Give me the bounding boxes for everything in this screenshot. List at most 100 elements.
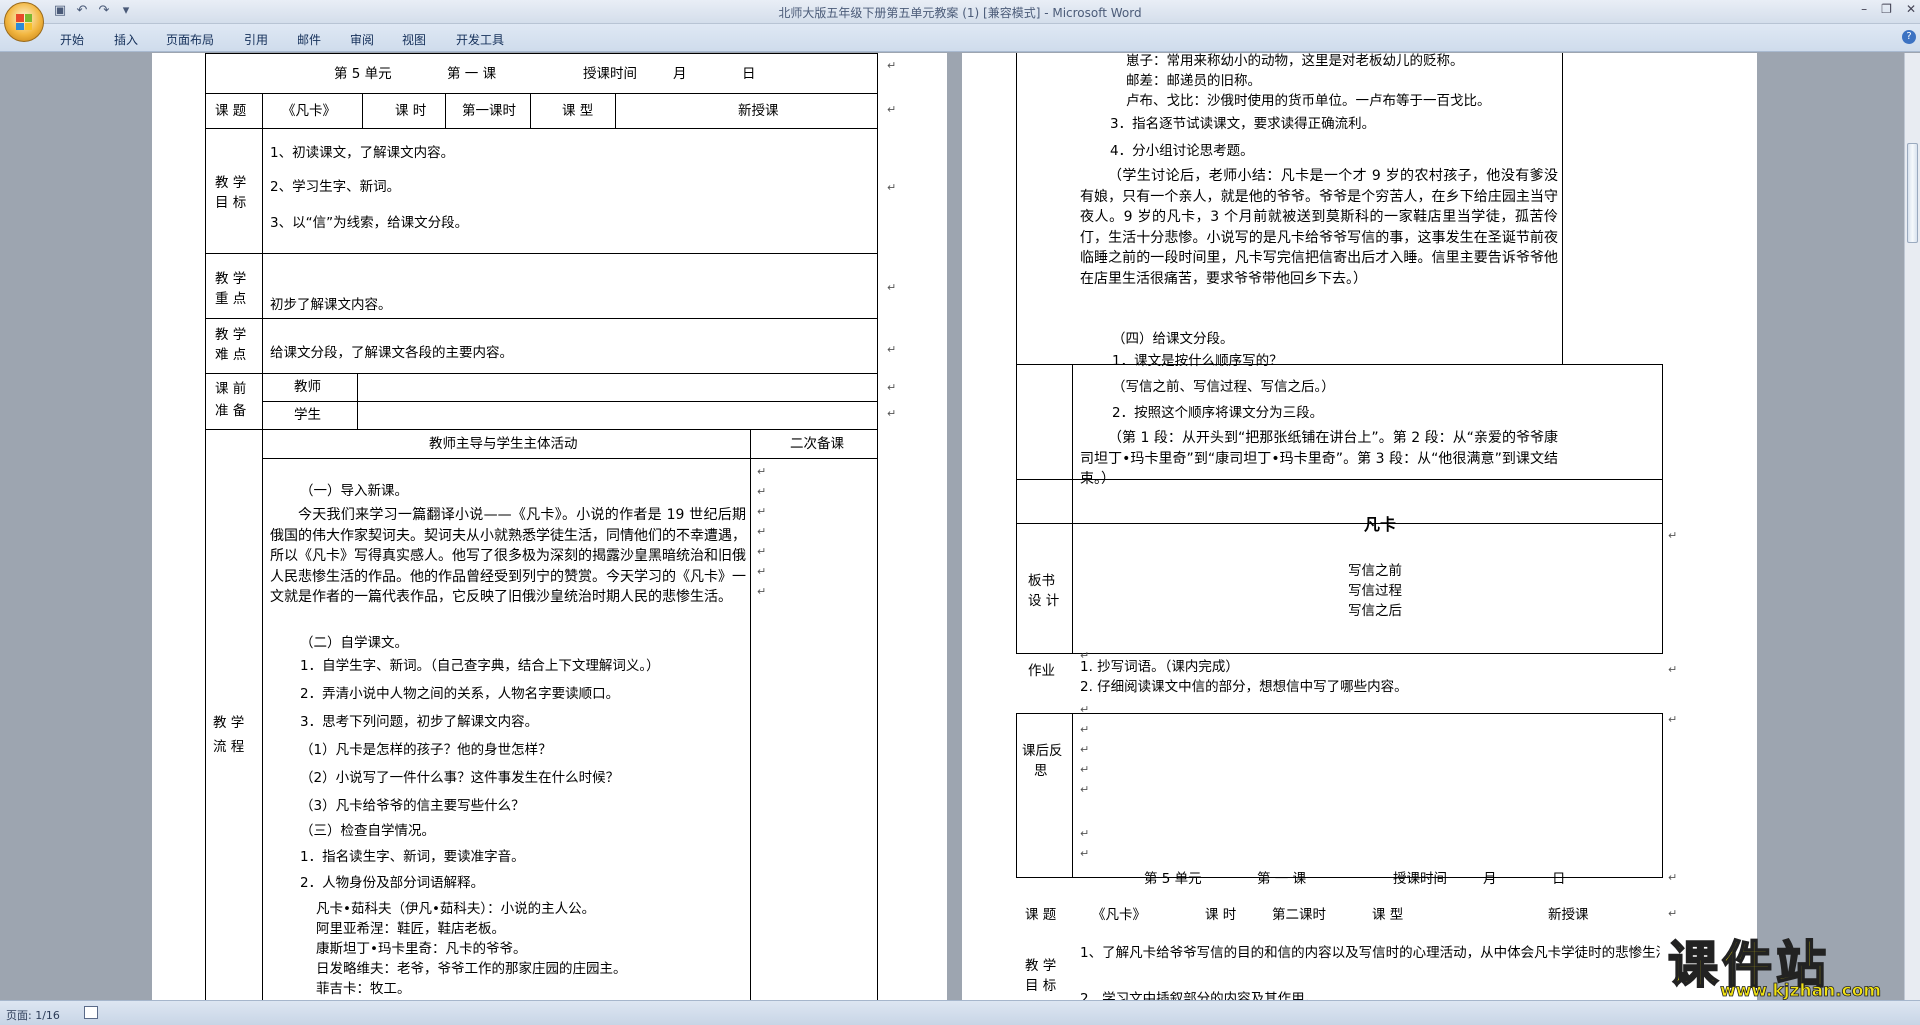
lesson-label: 第 一 课	[447, 66, 497, 82]
unit-label: 第 5 单元	[334, 66, 392, 82]
status-bar: 页面: 1/16	[0, 1000, 1920, 1025]
watermark-url: www.kjzhan.com	[1720, 981, 1882, 1002]
word-note: 卢布、戈比：沙俄时使用的货币单位。一卢布等于一百戈比。	[1126, 93, 1491, 109]
tab-home[interactable]: 开始	[60, 31, 84, 48]
flow-header: 教师主导与学生主体活动	[429, 436, 578, 452]
proofing-icon[interactable]	[84, 1006, 98, 1019]
vertical-scrollbar[interactable]	[1904, 53, 1920, 1000]
hours-value: 第一课时	[462, 103, 516, 119]
goal-item: 1、初读课文，了解课文内容。	[270, 145, 455, 161]
ribbon-tabs: 开始 插入 页面布局 引用 邮件 审阅 视图 开发工具	[0, 24, 1920, 52]
paragraph-mark: ↵	[1080, 827, 1090, 840]
tab-developer[interactable]: 开发工具	[456, 31, 504, 48]
reflect-label: 课后反	[1022, 743, 1063, 759]
paragraph-mark: ↵	[887, 103, 897, 116]
type-label: 课 型	[1372, 907, 1404, 923]
paragraph-mark: ↵	[1080, 649, 1090, 662]
page-count[interactable]: 页面: 1/16	[6, 1007, 60, 1023]
minimize-button[interactable]: –	[1861, 2, 1867, 16]
tab-view[interactable]: 视图	[402, 31, 426, 48]
day-label: 日	[742, 66, 756, 82]
office-button[interactable]	[4, 2, 44, 42]
window-title: 北师大版五年级下册第五单元教案 (1) [兼容模式] - Microsoft W…	[778, 6, 1142, 20]
close-button[interactable]: ✕	[1906, 2, 1916, 16]
tab-page-layout[interactable]: 页面布局	[166, 31, 214, 48]
reflect-label-2: 思	[1034, 763, 1048, 779]
hard-text: 给课文分段，了解课文各段的主要内容。	[270, 345, 513, 361]
flow-item: 4．分小组讨论思考题。	[1110, 143, 1254, 159]
hours-label: 课 时	[395, 103, 427, 119]
board-line: 写信之后	[1348, 603, 1402, 619]
flow-note: 康斯坦丁•玛卡里奇：凡卡的爷爷。	[316, 941, 527, 957]
topic-label: 课 题	[1025, 907, 1057, 923]
flow-section: （四）给课文分段。	[1112, 331, 1234, 347]
flow-item: 2．人物身份及部分词语解释。	[300, 875, 485, 891]
goals-label: 教 学	[215, 175, 247, 191]
flow-item: 3．思考下列问题，初步了解课文内容。	[300, 714, 539, 730]
key-label-2: 重 点	[215, 291, 247, 307]
time-label: 授课时间	[1393, 871, 1447, 887]
flow-item: 1．指名读生字、新词，要读准字音。	[300, 849, 525, 865]
document-area: 第 5 单元 第 一 课 授课时间 月 日 课 题 《凡卡》 课 时 第一课时 …	[0, 53, 1904, 1000]
lesson-label: 第 一 课	[1257, 871, 1307, 887]
prep-label-2: 准 备	[215, 403, 247, 419]
day-label: 日	[1552, 871, 1566, 887]
flow-item: 2．弄清小说中人物之间的关系，人物名字要读顺口。	[300, 686, 620, 702]
flow-item: 3．指名逐节试读课文，要求读得正确流利。	[1110, 116, 1376, 132]
scrollbar-thumb[interactable]	[1907, 143, 1918, 243]
paragraph-mark: ↵	[887, 343, 897, 356]
segment-paragraph: （第 1 段：从开头到“把那张纸铺在讲台上”。第 2 段：从“亲爱的爷爷康司坦丁…	[1080, 430, 1558, 487]
prep-student: 学生	[294, 407, 321, 423]
paragraph-mark: ↵	[1080, 763, 1090, 776]
restore-button[interactable]: ❐	[1881, 2, 1892, 16]
type-label: 课 型	[562, 103, 594, 119]
flow-label: 教 学	[213, 715, 245, 731]
board-label-2: 设 计	[1028, 593, 1060, 609]
tab-review[interactable]: 审阅	[350, 31, 374, 48]
topic-value: 《凡卡》	[282, 103, 336, 119]
goals-label: 教 学	[1025, 958, 1057, 974]
flow-section: （二）自学课文。	[300, 635, 408, 651]
paragraph-mark: ↵	[1080, 723, 1090, 736]
flow-question: （3）凡卡给爷爷的信主要写些什么？	[300, 798, 525, 814]
goals-label-2: 目 标	[215, 195, 247, 211]
title-bar: ▣ ↶ ↷ ▾ 北师大版五年级下册第五单元教案 (1) [兼容模式] - Mic…	[0, 0, 1920, 24]
word-note: 邮差：邮递员的旧称。	[1126, 73, 1261, 89]
flow-section: （三）检查自学情况。	[300, 823, 435, 839]
flow-item: 1．课文是按什么顺序写的？	[1112, 353, 1283, 369]
board-title: 凡卡	[1364, 515, 1397, 534]
type-value: 新授课	[738, 103, 779, 119]
paragraph-mark: ↵	[757, 465, 767, 478]
key-text: 初步了解课文内容。	[270, 297, 392, 313]
goal-item: 1、了解凡卡给爷爷写信的目的和信的内容以及写信时的心理活动，从中体会凡卡学徒时的…	[1080, 945, 1660, 961]
discussion-paragraph: （学生讨论后，老师小结：凡卡是一个才 9 岁的农村孩子，他没有爹没有娘，只有一个…	[1080, 168, 1558, 287]
page-left: 第 5 单元 第 一 课 授课时间 月 日 课 题 《凡卡》 课 时 第一课时 …	[152, 53, 947, 1000]
paragraph-mark: ↵	[757, 485, 767, 498]
paragraph-mark: ↵	[887, 281, 897, 294]
homework-item: 2. 仔细阅读课文中信的部分，想想信中写了哪些内容。	[1080, 679, 1408, 695]
tab-references[interactable]: 引用	[244, 31, 268, 48]
board-line: 写信过程	[1348, 583, 1402, 599]
word-note: 崽子：常用来称幼小的动物，这里是对老板幼儿的贬称。	[1126, 53, 1464, 69]
paragraph-mark: ↵	[1668, 713, 1678, 726]
topic-value: 《凡卡》	[1092, 907, 1146, 923]
tab-mailings[interactable]: 邮件	[297, 31, 321, 48]
time-label: 授课时间	[583, 66, 637, 82]
flow-note: 菲吉卡：牧工。	[316, 981, 411, 997]
hours-label: 课 时	[1205, 907, 1237, 923]
office-logo-icon	[16, 14, 32, 30]
help-icon[interactable]: ?	[1902, 30, 1916, 44]
board-label: 板书	[1028, 573, 1055, 589]
key-label: 教 学	[215, 271, 247, 287]
paragraph-mark: ↵	[1080, 703, 1090, 716]
paragraph-mark: ↵	[1080, 743, 1090, 756]
prep-teacher: 教师	[294, 379, 321, 395]
tab-insert[interactable]: 插入	[114, 31, 138, 48]
flow-note: 阿里亚希涅：鞋匠，鞋店老板。	[316, 921, 505, 937]
homework-label: 作业	[1028, 663, 1055, 679]
goal-item: 2、学习生字、新词。	[270, 179, 401, 195]
paragraph-mark: ↵	[887, 381, 897, 394]
flow-label-2: 流 程	[213, 739, 245, 755]
paragraph-mark: ↵	[757, 525, 767, 538]
paragraph-mark: ↵	[757, 565, 767, 578]
